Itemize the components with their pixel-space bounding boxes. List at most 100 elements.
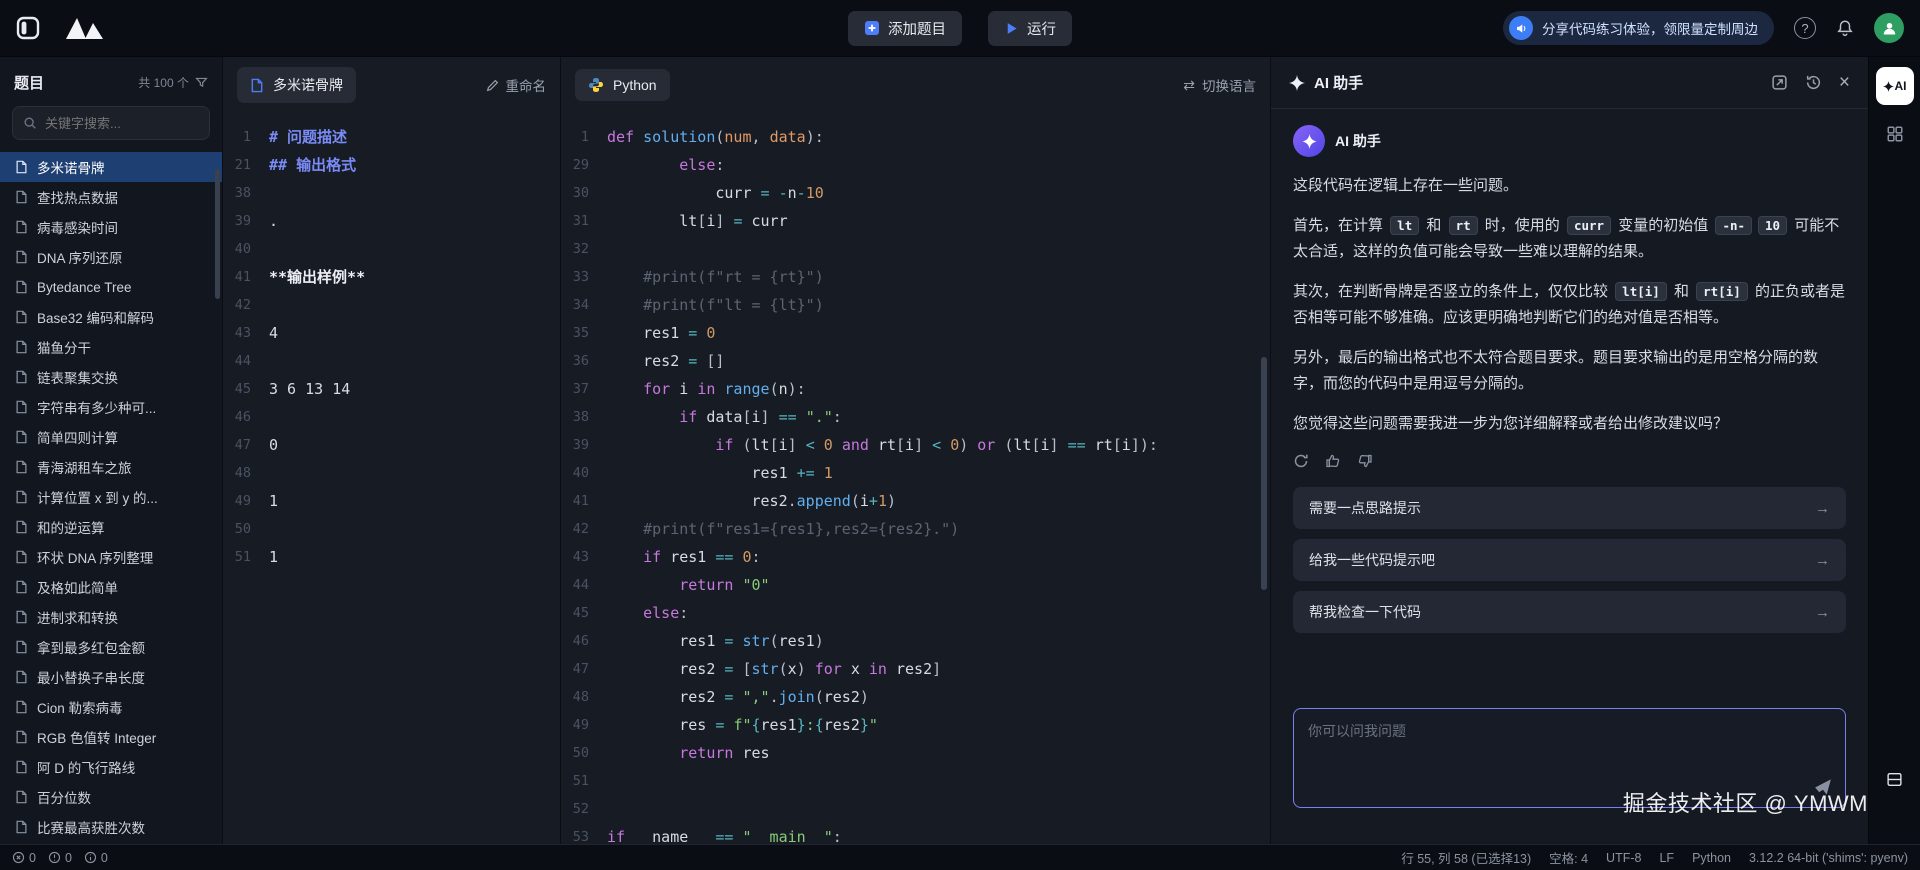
editor-line[interactable]: 511 xyxy=(223,543,560,571)
editor-line[interactable]: 30 curr = -n-10 xyxy=(561,179,1270,207)
ai-suggestion-button[interactable]: 需要一点思路提示→ xyxy=(1293,487,1846,529)
sidebar-item[interactable]: 链表聚集交换 xyxy=(0,362,222,392)
sidebar-item[interactable]: 简单四则计算 xyxy=(0,422,222,452)
editor-line[interactable]: 40 res1 += 1 xyxy=(561,459,1270,487)
errors-status[interactable]: 0 xyxy=(12,851,36,865)
ai-suggestion-button[interactable]: 帮我检查一下代码→ xyxy=(1293,591,1846,633)
sidebar-item[interactable]: RGB 色值转 Integer xyxy=(0,722,222,752)
sidebar-item[interactable]: 进制求和转换 xyxy=(0,602,222,632)
editor-line[interactable]: 37 for i in range(n): xyxy=(561,375,1270,403)
editor-line[interactable]: 453 6 13 14 xyxy=(223,375,560,403)
editor-line[interactable]: 50 xyxy=(223,515,560,543)
regenerate-icon[interactable] xyxy=(1293,453,1309,469)
editor-line[interactable]: 39. xyxy=(223,207,560,235)
history-icon[interactable] xyxy=(1805,74,1822,91)
eol-status[interactable]: LF xyxy=(1659,851,1674,865)
help-icon[interactable]: ? xyxy=(1794,17,1816,39)
editor-line[interactable]: 39 if (lt[i] < 0 and rt[i] < 0) or (lt[i… xyxy=(561,431,1270,459)
editor-line[interactable]: 46 res1 = str(res1) xyxy=(561,627,1270,655)
sidebar-item[interactable]: 病毒感染时间 xyxy=(0,212,222,242)
editor-line[interactable]: 45 else: xyxy=(561,599,1270,627)
code-editor[interactable]: 1def solution(num, data):29 else:30 curr… xyxy=(561,113,1270,844)
ai-question-input[interactable] xyxy=(1308,721,1805,795)
editor-line[interactable]: 32 xyxy=(561,235,1270,263)
editor-line[interactable]: 41 res2.append(i+1) xyxy=(561,487,1270,515)
sidebar-item[interactable]: 猫鱼分干 xyxy=(0,332,222,362)
sidebar-item[interactable]: Base32 编码和解码 xyxy=(0,302,222,332)
sidebar-item[interactable]: Cion 勒索病毒 xyxy=(0,692,222,722)
language-tab[interactable]: Python xyxy=(575,69,670,101)
sidebar-item[interactable]: 计算位置 x 到 y 的... xyxy=(0,482,222,512)
search-box[interactable] xyxy=(12,106,210,140)
editor-line[interactable]: 31 lt[i] = curr xyxy=(561,207,1270,235)
editor-line[interactable]: 29 else: xyxy=(561,151,1270,179)
editor-line[interactable]: 53if __name__ == "__main__": xyxy=(561,823,1270,844)
send-icon[interactable] xyxy=(1814,778,1832,796)
filter-icon[interactable] xyxy=(195,76,208,89)
editor-line[interactable]: 38 if data[i] == ".": xyxy=(561,403,1270,431)
sidebar-item[interactable]: 环状 DNA 序列整理 xyxy=(0,542,222,572)
editor-line[interactable]: 44 xyxy=(223,347,560,375)
editor-line[interactable]: 40 xyxy=(223,235,560,263)
sidebar-item[interactable]: 比赛最高获胜次数 xyxy=(0,812,222,842)
sidebar-item[interactable]: 最小替换子串长度 xyxy=(0,662,222,692)
ai-suggestion-button[interactable]: 给我一些代码提示吧→ xyxy=(1293,539,1846,581)
warnings-status[interactable]: 0 xyxy=(48,851,72,865)
close-icon[interactable]: × xyxy=(1839,73,1850,92)
editor-line[interactable]: 43 if res1 == 0: xyxy=(561,543,1270,571)
sidebar-item[interactable]: 百分位数 xyxy=(0,782,222,812)
editor-line[interactable]: 48 xyxy=(223,459,560,487)
editor-line[interactable]: 48 res2 = ",".join(res2) xyxy=(561,683,1270,711)
editor-line[interactable]: 36 res2 = [] xyxy=(561,347,1270,375)
sidebar-item[interactable]: Bytedance Tree xyxy=(0,272,222,302)
editor-line[interactable]: 33 #print(f"rt = {rt}") xyxy=(561,263,1270,291)
sidebar-scrollbar[interactable] xyxy=(215,169,220,299)
interpreter-status[interactable]: 3.12.2 64-bit ('shims': pyenv) xyxy=(1749,851,1908,865)
editor-line[interactable]: 52 xyxy=(561,795,1270,823)
thumbs-up-icon[interactable] xyxy=(1325,453,1341,469)
search-input[interactable] xyxy=(45,116,199,131)
editor-line[interactable]: 38 xyxy=(223,179,560,207)
editor-line[interactable]: 51 xyxy=(561,767,1270,795)
cursor-position[interactable]: 行 55, 列 58 (已选择13) xyxy=(1401,848,1531,867)
code-scrollbar[interactable] xyxy=(1261,357,1267,590)
thumbs-down-icon[interactable] xyxy=(1357,453,1373,469)
description-editor[interactable]: 1# 问题描述21## 输出格式3839.4041**输出样例**4243444… xyxy=(223,113,560,844)
editor-line[interactable]: 46 xyxy=(223,403,560,431)
promo-banner[interactable]: 分享代码练习体验，领限量定制周边 xyxy=(1503,11,1774,45)
sidebar-item[interactable]: 及格如此简单 xyxy=(0,572,222,602)
encoding-status[interactable]: UTF-8 xyxy=(1606,851,1641,865)
editor-line[interactable]: 1def solution(num, data): xyxy=(561,123,1270,151)
language-status[interactable]: Python xyxy=(1692,851,1731,865)
sidebar-item[interactable]: 阿 D 的飞行路线 xyxy=(0,752,222,782)
editor-line[interactable]: 41**输出样例** xyxy=(223,263,560,291)
editor-line[interactable]: 35 res1 = 0 xyxy=(561,319,1270,347)
editor-line[interactable]: 44 return "0" xyxy=(561,571,1270,599)
run-button[interactable]: 运行 xyxy=(988,11,1072,46)
problem-tab[interactable]: 多米诺骨牌 xyxy=(237,67,356,103)
sidebar-item[interactable]: 青海湖租车之旅 xyxy=(0,452,222,482)
new-chat-icon[interactable] xyxy=(1771,74,1788,91)
editor-line[interactable]: 47 res2 = [str(x) for x in res2] xyxy=(561,655,1270,683)
toggle-bottom-panel-icon[interactable] xyxy=(1886,771,1903,788)
notifications-bell-icon[interactable] xyxy=(1836,19,1854,37)
editor-line[interactable]: 491 xyxy=(223,487,560,515)
editor-line[interactable]: 1# 问题描述 xyxy=(223,123,560,151)
sidebar-item[interactable]: DNA 序列还原 xyxy=(0,242,222,272)
apps-grid-icon[interactable] xyxy=(1886,125,1904,143)
editor-line[interactable]: 434 xyxy=(223,319,560,347)
sidebar-item[interactable]: 拿到最多红包金额 xyxy=(0,632,222,662)
brand-mountain-logo-icon[interactable] xyxy=(62,15,106,41)
editor-line[interactable]: 34 #print(f"lt = {lt}") xyxy=(561,291,1270,319)
sidebar-item[interactable]: 和的逆运算 xyxy=(0,512,222,542)
sidebar-item[interactable]: 多米诺骨牌 xyxy=(0,152,222,182)
ai-assistant-rail-icon[interactable]: AI xyxy=(1876,67,1914,105)
avatar[interactable] xyxy=(1874,13,1904,43)
ai-input-box[interactable] xyxy=(1293,708,1846,808)
rename-button[interactable]: 重命名 xyxy=(486,75,547,95)
sidebar-item[interactable]: 字符串有多少种可... xyxy=(0,392,222,422)
indent-status[interactable]: 空格: 4 xyxy=(1549,848,1588,867)
infos-status[interactable]: 0 xyxy=(84,851,108,865)
editor-line[interactable]: 49 res = f"{res1}:{res2}" xyxy=(561,711,1270,739)
editor-line[interactable]: 42 xyxy=(223,291,560,319)
